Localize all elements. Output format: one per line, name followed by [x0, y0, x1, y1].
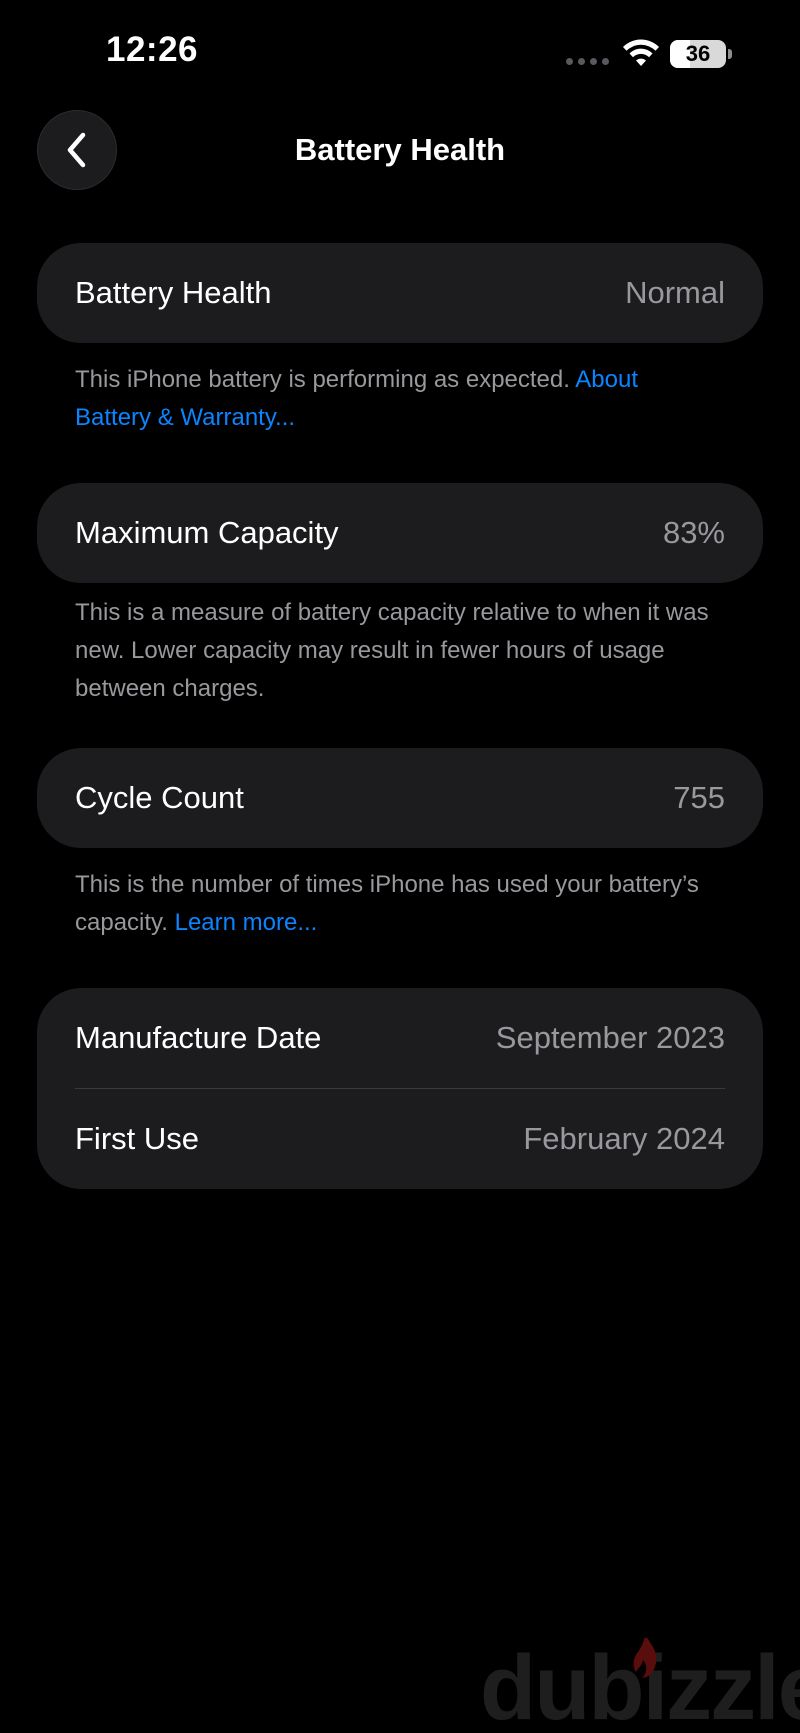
battery-health-label: Battery Health — [75, 275, 272, 310]
first-use-label: First Use — [75, 1121, 199, 1156]
nav-bar: Battery Health — [0, 100, 800, 200]
cycle-count-footnote-text: This is the number of times iPhone has u… — [75, 871, 699, 936]
dates-card: Manufacture Date September 2023 First Us… — [37, 988, 763, 1189]
wifi-icon — [623, 39, 659, 66]
manufacture-date-value: September 2023 — [495, 1020, 725, 1055]
battery-level: 36 — [685, 41, 711, 66]
cycle-count-value: 755 — [673, 780, 725, 815]
manufacture-date-label: Manufacture Date — [75, 1020, 322, 1055]
cycle-count-label: Cycle Count — [75, 780, 244, 815]
maximum-capacity-row: Maximum Capacity 83% — [37, 483, 763, 583]
cycle-count-footnote: This is the number of times iPhone has u… — [75, 866, 715, 942]
battery-health-footnote-text: This iPhone battery is performing as exp… — [75, 366, 576, 393]
maximum-capacity-footnote: This is a measure of battery capacity re… — [75, 594, 715, 708]
status-time: 12:26 — [106, 30, 199, 69]
battery-health-row: Battery Health Normal — [37, 243, 763, 343]
maximum-capacity-footnote-text: This is a measure of battery capacity re… — [75, 599, 709, 702]
dubizzle-watermark: dubizzle — [470, 1638, 800, 1733]
status-bar: 12:26 36 — [0, 0, 800, 100]
battery-health-card: Battery Health Normal — [37, 243, 763, 343]
first-use-value: February 2024 — [523, 1121, 725, 1156]
first-use-row: First Use February 2024 — [37, 1089, 763, 1189]
maximum-capacity-card: Maximum Capacity 83% — [37, 483, 763, 583]
learn-more-link[interactable]: Learn more... — [175, 909, 318, 936]
flame-icon — [633, 1638, 657, 1678]
manufacture-date-row: Manufacture Date September 2023 — [37, 988, 763, 1088]
cycle-count-card: Cycle Count 755 — [37, 748, 763, 848]
page-title: Battery Health — [294, 132, 506, 167]
cellular-signal-icon — [566, 58, 609, 65]
battery-icon: 36 — [670, 40, 732, 68]
cycle-count-row: Cycle Count 755 — [37, 748, 763, 848]
maximum-capacity-value: 83% — [662, 515, 725, 550]
battery-health-value: Normal — [625, 275, 725, 310]
maximum-capacity-label: Maximum Capacity — [75, 515, 339, 550]
battery-health-footnote: This iPhone battery is performing as exp… — [75, 361, 715, 437]
